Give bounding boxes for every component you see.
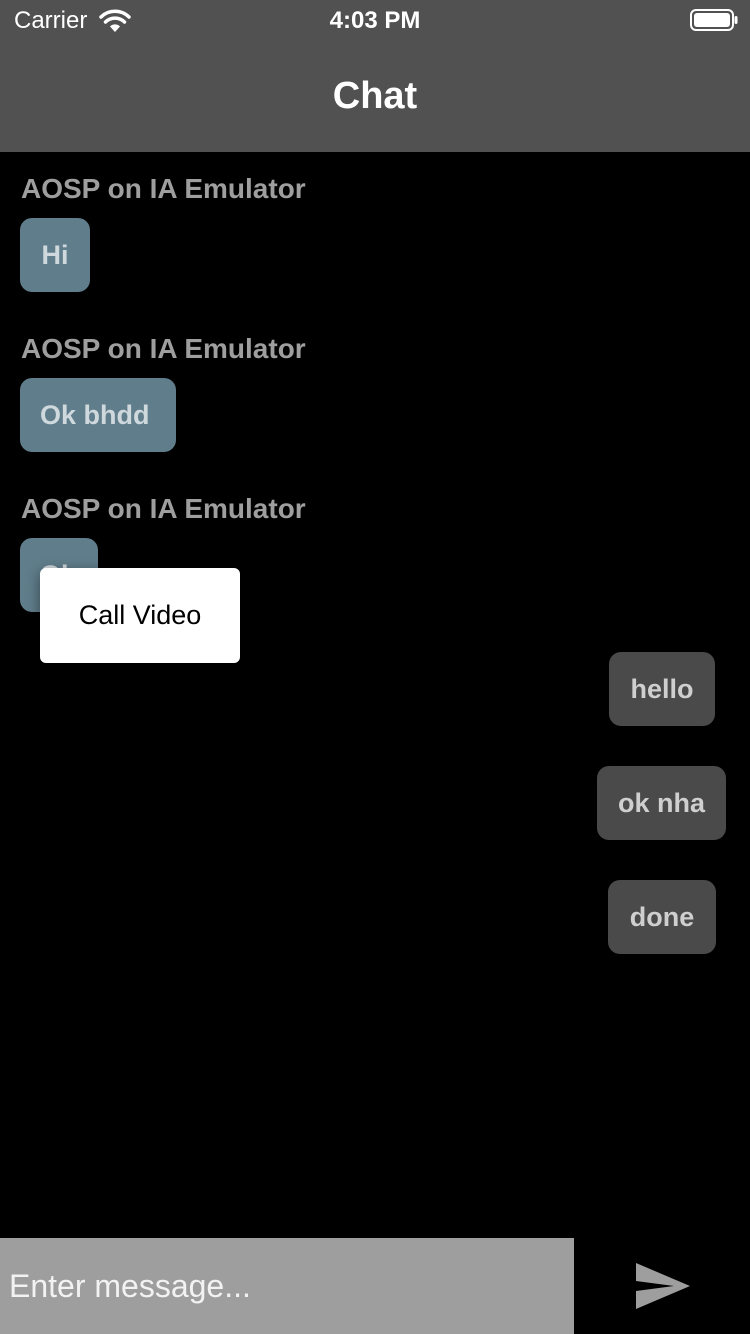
outgoing-message-bubble[interactable]: hello bbox=[609, 652, 715, 726]
clock-time: 4:03 PM bbox=[329, 7, 421, 34]
status-bar: Carrier 4:03 PM bbox=[0, 0, 750, 40]
message-composer bbox=[0, 1238, 574, 1334]
outgoing-message-bubble[interactable]: ok nha bbox=[597, 766, 726, 840]
send-icon bbox=[636, 1263, 690, 1309]
incoming-message-bubble[interactable]: Ok bhdd bbox=[20, 378, 176, 452]
message-sender: AOSP on IA Emulator bbox=[21, 493, 306, 524]
send-button[interactable] bbox=[618, 1248, 708, 1324]
outgoing-message-bubble[interactable]: done bbox=[608, 880, 716, 954]
page-title: Chat bbox=[332, 75, 418, 117]
nav-bar: Chat bbox=[0, 40, 750, 152]
battery-icon bbox=[690, 9, 738, 31]
message-sender: AOSP on IA Emulator bbox=[21, 173, 306, 204]
message-sender: AOSP on IA Emulator bbox=[21, 333, 306, 364]
incoming-message-bubble[interactable]: Hi bbox=[20, 218, 90, 292]
message-input[interactable] bbox=[0, 1238, 574, 1334]
call-video-menu-item[interactable]: Call Video bbox=[40, 568, 240, 663]
